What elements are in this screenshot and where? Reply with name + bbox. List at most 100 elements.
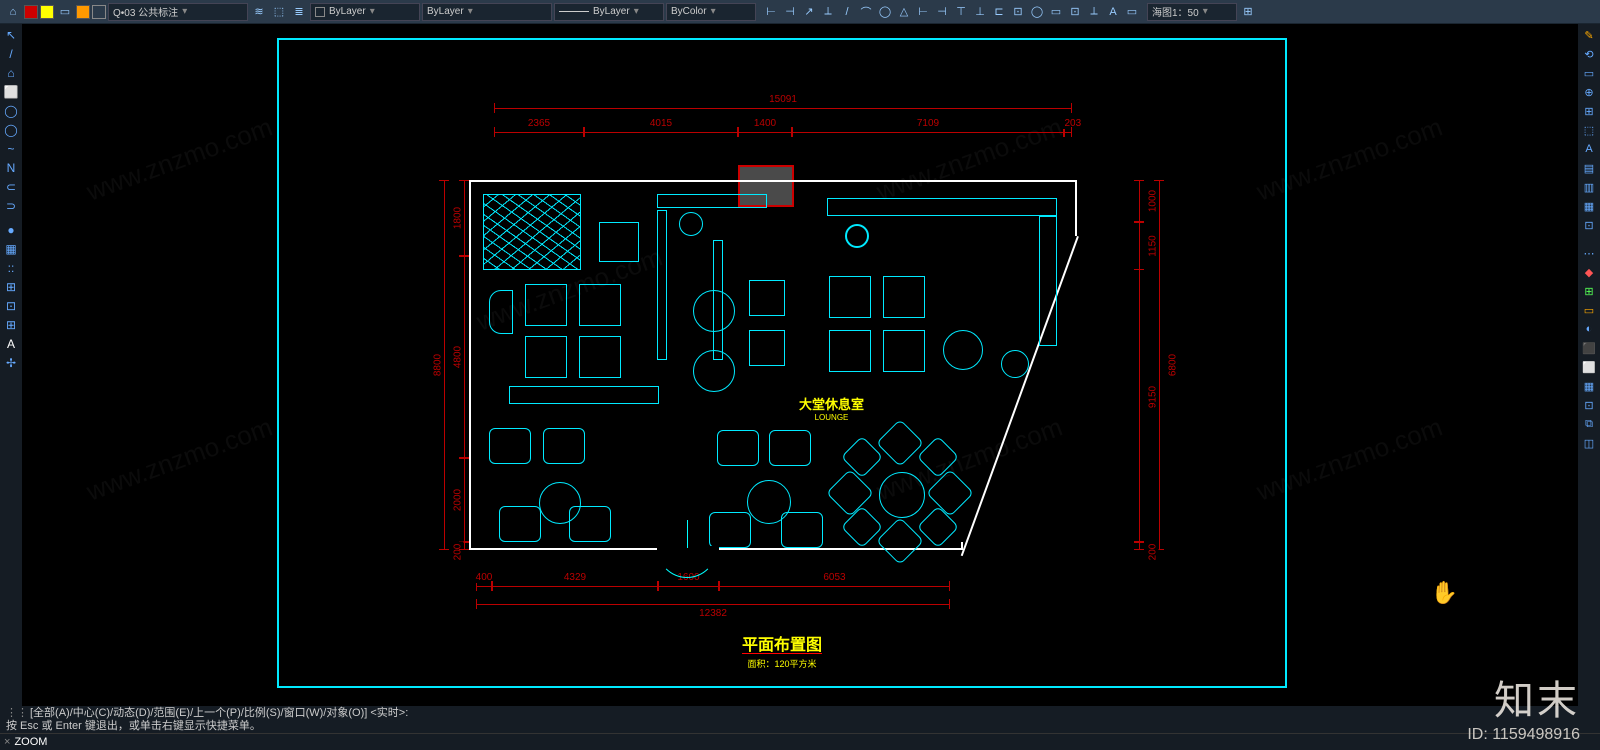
textstyle-tool-icon[interactable]: A bbox=[1580, 140, 1598, 158]
point-tool-icon[interactable]: ● bbox=[2, 221, 20, 239]
chamfer-tool-icon[interactable]: ▭ bbox=[1580, 301, 1598, 319]
extend-tool-icon[interactable]: ⋯ bbox=[1580, 244, 1598, 262]
color-swatch-yellow[interactable] bbox=[40, 5, 54, 19]
dim-angular-icon[interactable]: ◯ bbox=[876, 3, 894, 21]
drawing-frame: 15091 2365 4015 1400 7109 203 12382 400 … bbox=[277, 38, 1287, 688]
plotstyle-value: ByColor bbox=[671, 6, 707, 17]
dim-break-icon[interactable]: ▭ bbox=[1047, 3, 1065, 21]
extra-tool-icon[interactable]: ⊞ bbox=[1239, 3, 1257, 21]
dim-ord-icon[interactable]: ⟂ bbox=[819, 3, 837, 21]
pointer-tool-icon[interactable]: ↖ bbox=[2, 26, 20, 44]
color-swatch-red[interactable] bbox=[24, 5, 38, 19]
ellipse-arc-tool-icon[interactable]: ⊃ bbox=[2, 197, 20, 215]
layer-dropdown[interactable]: Q•03 公共标注 ▾ bbox=[108, 3, 248, 21]
linetype-dropdown[interactable]: ByLayer ▾ bbox=[422, 3, 552, 21]
region-tool-icon[interactable]: ⊞ bbox=[2, 278, 20, 296]
plotstyle-dropdown[interactable]: ByColor ▾ bbox=[666, 3, 756, 21]
scale-dropdown[interactable]: 海图1：50 ▾ bbox=[1147, 3, 1237, 21]
layer-tool3-icon[interactable]: ≣ bbox=[290, 3, 308, 21]
sofa-back bbox=[827, 198, 1057, 216]
dim-tol-icon[interactable]: ⊤ bbox=[952, 3, 970, 21]
dim-space-icon[interactable]: ⊡ bbox=[1066, 3, 1084, 21]
color-swatch-orange[interactable] bbox=[76, 5, 90, 19]
layer-icon[interactable]: ▭ bbox=[56, 3, 74, 21]
dim-jog-icon[interactable]: ⟂ bbox=[1085, 3, 1103, 21]
dim-assoc-icon[interactable]: ▭ bbox=[1123, 3, 1141, 21]
pan-cursor-icon: ✋ bbox=[1431, 580, 1458, 606]
color-swatch-empty[interactable] bbox=[92, 5, 106, 19]
edit-tool-icon[interactable]: ✎ bbox=[1580, 26, 1598, 44]
dim-arc-icon[interactable]: ↗ bbox=[800, 3, 818, 21]
stretch-tool-icon[interactable]: ▦ bbox=[1580, 197, 1598, 215]
divide-tool-icon[interactable]: :: bbox=[2, 259, 20, 277]
text-tool-icon[interactable]: A bbox=[2, 335, 20, 353]
lamp bbox=[1001, 350, 1029, 378]
polyline2-tool-icon[interactable]: N bbox=[2, 159, 20, 177]
hatch-tool-icon[interactable]: ▦ bbox=[2, 240, 20, 258]
layer-tool-icon[interactable]: ≋ bbox=[250, 3, 268, 21]
dim-cont-icon[interactable]: ⊢ bbox=[914, 3, 932, 21]
offset-tool-icon[interactable]: ▤ bbox=[1580, 159, 1598, 177]
ottoman bbox=[943, 330, 983, 370]
chevron-down-icon: ▾ bbox=[182, 6, 187, 17]
dim-bot-c: 1600 bbox=[658, 586, 719, 587]
array-tool-icon[interactable]: ▥ bbox=[1580, 178, 1598, 196]
dim-text-icon[interactable]: A bbox=[1104, 3, 1122, 21]
dim-update-icon[interactable]: ◯ bbox=[1028, 3, 1046, 21]
match-tool-icon[interactable]: ⧉ bbox=[1580, 415, 1598, 433]
more-tool-icon[interactable]: ✢ bbox=[2, 354, 20, 372]
move-tool-icon[interactable]: ⊕ bbox=[1580, 83, 1598, 101]
command-input[interactable] bbox=[14, 736, 1596, 748]
dim-style-icon[interactable]: ⊡ bbox=[1009, 3, 1027, 21]
layer-tool2-icon[interactable]: ⬚ bbox=[270, 3, 288, 21]
dim-diameter-icon[interactable]: ⌒ bbox=[857, 3, 875, 21]
color-value: ByLayer bbox=[329, 6, 366, 17]
chevron-down-icon: ▾ bbox=[711, 6, 716, 17]
dim-center-icon[interactable]: ⊥ bbox=[971, 3, 989, 21]
trim-tool-icon[interactable]: ⊡ bbox=[1580, 216, 1598, 234]
dim-linear-icon[interactable]: ⊢ bbox=[762, 3, 780, 21]
dim-right-c: 9150 bbox=[1139, 180, 1140, 542]
lamp bbox=[845, 224, 869, 248]
fillet-tool-icon[interactable]: ◐ bbox=[1580, 320, 1598, 338]
dim-base-icon[interactable]: ⊣ bbox=[933, 3, 951, 21]
lineweight-dropdown[interactable]: ByLayer ▾ bbox=[554, 3, 664, 21]
armchair bbox=[499, 506, 541, 542]
drawing-canvas[interactable]: www.znzmo.com www.znzmo.com www.znzmo.co… bbox=[22, 24, 1578, 706]
dim-bot-d: 6053 bbox=[719, 586, 950, 587]
lengthen-tool-icon[interactable]: ⬜ bbox=[1580, 358, 1598, 376]
chair-sq bbox=[829, 276, 871, 318]
copy-tool-icon[interactable]: ⊞ bbox=[1580, 102, 1598, 120]
rect-tool-icon[interactable]: ⬜ bbox=[2, 83, 20, 101]
chair-sq bbox=[883, 276, 925, 318]
color-dropdown[interactable]: ByLayer ▾ bbox=[310, 3, 420, 21]
scale-tool-icon[interactable]: ▭ bbox=[1580, 64, 1598, 82]
circle-tool-icon[interactable]: ◯ bbox=[2, 102, 20, 120]
dim-aligned-icon[interactable]: ⊣ bbox=[781, 3, 799, 21]
polyline-tool-icon[interactable]: ⌂ bbox=[2, 64, 20, 82]
table-tool-icon[interactable]: ⊞ bbox=[2, 316, 20, 334]
align-tool-icon[interactable]: ▦ bbox=[1580, 377, 1598, 395]
table-square bbox=[525, 284, 567, 326]
group-tool-icon[interactable]: ◫ bbox=[1580, 434, 1598, 452]
chair-sq bbox=[749, 280, 785, 316]
app-icon[interactable]: ⌂ bbox=[4, 3, 22, 21]
dim-tri-icon[interactable]: △ bbox=[895, 3, 913, 21]
ellipse-tool-icon[interactable]: ⊂ bbox=[2, 178, 20, 196]
join-tool-icon[interactable]: ⊞ bbox=[1580, 282, 1598, 300]
arc-tool-icon[interactable]: ◯ bbox=[2, 121, 20, 139]
scale-value: 海图1：50 bbox=[1152, 4, 1199, 19]
line-tool-icon[interactable]: / bbox=[2, 45, 20, 63]
dim-top-c: 1400 bbox=[738, 132, 792, 133]
dim-edit-icon[interactable]: ⊏ bbox=[990, 3, 1008, 21]
break-tool-icon[interactable]: ◆ bbox=[1580, 263, 1598, 281]
dim-radius-icon[interactable]: / bbox=[838, 3, 856, 21]
spline-tool-icon[interactable]: ~ bbox=[2, 140, 20, 158]
table-round bbox=[879, 472, 925, 518]
table-round bbox=[693, 290, 735, 332]
mirror-tool-icon[interactable]: ⬚ bbox=[1580, 121, 1598, 139]
block-tool-icon[interactable]: ⊡ bbox=[2, 297, 20, 315]
explode-tool-icon[interactable]: ⬛ bbox=[1580, 339, 1598, 357]
properties-tool-icon[interactable]: ⊡ bbox=[1580, 396, 1598, 414]
rotate-tool-icon[interactable]: ⟲ bbox=[1580, 45, 1598, 63]
